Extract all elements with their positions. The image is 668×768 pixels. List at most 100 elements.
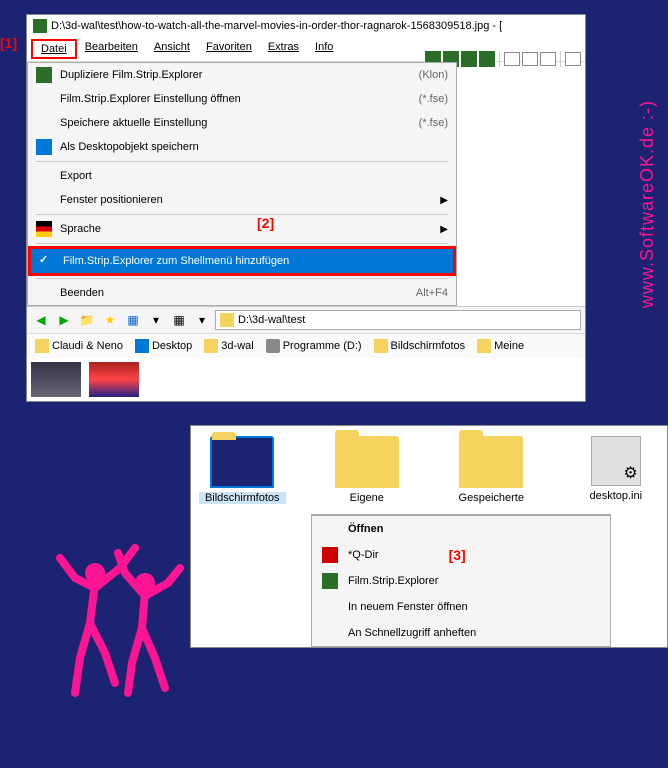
menu-item-exit[interactable]: Beenden Alt+F4 <box>28 281 456 305</box>
ctx-label: *Q-Dir <box>348 549 379 561</box>
ctx-pin[interactable]: An Schnellzugriff anheften <box>312 620 610 646</box>
menu-label: Sprache <box>60 223 432 235</box>
favorite-label: 3d-wal <box>221 340 253 352</box>
menu-item-position[interactable]: Fenster positionieren ▶ <box>28 188 456 212</box>
separator <box>36 243 448 244</box>
star-button[interactable]: ★ <box>100 310 120 330</box>
menu-ansicht[interactable]: Ansicht <box>146 39 198 59</box>
annotation-3: [3] <box>449 547 466 563</box>
separator <box>36 214 448 215</box>
favorite-item[interactable]: 3d-wal <box>200 337 257 355</box>
path-input[interactable]: D:\3d-wal\test <box>215 310 581 330</box>
favorite-label: Claudi & Neno <box>52 340 123 352</box>
menu-bearbeiten[interactable]: Bearbeiten <box>77 39 146 59</box>
menu-label: Fenster positionieren <box>60 194 432 206</box>
menu-shortcut: Alt+F4 <box>416 287 448 299</box>
file-name: desktop.ini <box>573 490 660 502</box>
favorite-label: Programme (D:) <box>283 340 362 352</box>
menu-label: Export <box>60 170 448 182</box>
menu-item-shellmenu[interactable]: ✓ Film.Strip.Explorer zum Shellmenü hinz… <box>28 246 456 276</box>
app-icon <box>33 19 47 33</box>
forward-button[interactable]: ▶ <box>54 310 74 330</box>
favorite-item[interactable]: Programme (D:) <box>262 337 366 355</box>
folder-icon <box>374 339 388 353</box>
favorite-label: Desktop <box>152 340 192 352</box>
refresh-button[interactable]: ▦ <box>169 310 189 330</box>
ctx-qdir[interactable]: *Q-Dir [3] <box>312 542 610 568</box>
blank-icon <box>36 285 52 301</box>
menu-label: Dupliziere Film.Strip.Explorer <box>60 69 411 81</box>
menu-label: Als Desktopobjekt speichern <box>60 141 448 153</box>
menu-shortcut: (Klon) <box>419 69 448 81</box>
favorite-item[interactable]: Meine <box>473 337 528 355</box>
desktop-icon <box>135 339 149 353</box>
image-preview <box>455 117 585 282</box>
explorer-window: Bildschirmfotos Eigene Gespeicherte desk… <box>190 425 668 648</box>
separator <box>36 278 448 279</box>
favorite-label: Meine <box>494 340 524 352</box>
dropdown-button[interactable]: ▾ <box>192 310 212 330</box>
view-button[interactable]: ▦ <box>123 310 143 330</box>
path-text: D:\3d-wal\test <box>238 314 305 326</box>
folder-icon <box>210 436 274 488</box>
blank-icon <box>322 521 338 537</box>
dropdown-button[interactable]: ▾ <box>146 310 166 330</box>
menu-favoriten[interactable]: Favoriten <box>198 39 260 59</box>
submenu-arrow-icon: ▶ <box>440 195 448 206</box>
favorite-label: Bildschirmfotos <box>391 340 466 352</box>
annotation-1: [1] <box>0 35 17 51</box>
folder-icon <box>459 436 523 488</box>
ctx-open[interactable]: Öffnen <box>312 516 610 542</box>
menu-shortcut: (*.fse) <box>419 117 448 129</box>
ctx-label: Öffnen <box>348 523 383 535</box>
favorite-item[interactable]: Desktop <box>131 337 196 355</box>
menu-item-language[interactable]: Sprache ▶ <box>28 217 456 241</box>
ctx-filmstrip[interactable]: Film.Strip.Explorer <box>312 568 610 594</box>
folder-item[interactable]: Bildschirmfotos <box>199 436 286 504</box>
menu-item-duplicate[interactable]: Dupliziere Film.Strip.Explorer (Klon) <box>28 63 456 87</box>
disk-icon <box>266 339 280 353</box>
ctx-label: An Schnellzugriff anheften <box>348 627 476 639</box>
submenu-arrow-icon: ▶ <box>440 224 448 235</box>
folder-grid: Bildschirmfotos Eigene Gespeicherte desk… <box>191 426 667 514</box>
separator <box>36 161 448 162</box>
titlebar: D:\3d-wal\test\how-to-watch-all-the-marv… <box>27 15 585 37</box>
folder-name: Gespeicherte <box>448 492 535 504</box>
flag-icon <box>36 221 52 237</box>
desktop-icon <box>36 139 52 155</box>
film-strip-explorer-window: D:\3d-wal\test\how-to-watch-all-the-marv… <box>26 14 586 402</box>
ctx-new-window[interactable]: In neuem Fenster öffnen <box>312 594 610 620</box>
menu-label: Film.Strip.Explorer Einstellung öffnen <box>60 93 411 105</box>
folder-item[interactable]: Eigene <box>324 436 411 504</box>
duplicate-icon <box>36 67 52 83</box>
menu-item-save-settings[interactable]: Speichere aktuelle Einstellung (*.fse) <box>28 111 456 135</box>
window-title: D:\3d-wal\test\how-to-watch-all-the-marv… <box>51 20 502 32</box>
folder-name: Eigene <box>324 492 411 504</box>
menu-item-export[interactable]: Export <box>28 164 456 188</box>
menu-info[interactable]: Info <box>307 39 341 59</box>
folder-item[interactable]: Gespeicherte <box>448 436 535 504</box>
folder-icon <box>220 313 234 327</box>
menu-item-desktop-save[interactable]: Als Desktopobjekt speichern <box>28 135 456 159</box>
watermark-text: www.SoftwareOK.de :-) <box>637 100 658 308</box>
favorite-item[interactable]: Claudi & Neno <box>31 337 127 355</box>
blank-icon <box>36 192 52 208</box>
thumbnail[interactable] <box>31 362 81 397</box>
check-icon: ✓ <box>39 253 55 269</box>
blank-icon <box>322 599 338 615</box>
up-button[interactable]: 📁 <box>77 310 97 330</box>
blank-icon <box>36 115 52 131</box>
explorer-toolbar: ◀ ▶ 📁 ★ ▦ ▾ ▦ ▾ D:\3d-wal\test <box>27 306 585 333</box>
back-button[interactable]: ◀ <box>31 310 51 330</box>
menu-extras[interactable]: Extras <box>260 39 307 59</box>
file-item[interactable]: desktop.ini <box>573 436 660 504</box>
menu-label: Speichere aktuelle Einstellung <box>60 117 411 129</box>
menu-shortcut: (*.fse) <box>419 93 448 105</box>
favorite-item[interactable]: Bildschirmfotos <box>370 337 470 355</box>
thumbnail[interactable] <box>89 362 139 397</box>
ini-file-icon <box>591 436 641 486</box>
annotation-2: [2] <box>257 215 274 231</box>
qdir-icon <box>322 547 338 563</box>
menu-item-open-settings[interactable]: Film.Strip.Explorer Einstellung öffnen (… <box>28 87 456 111</box>
menu-datei[interactable]: Datei <box>31 39 77 59</box>
